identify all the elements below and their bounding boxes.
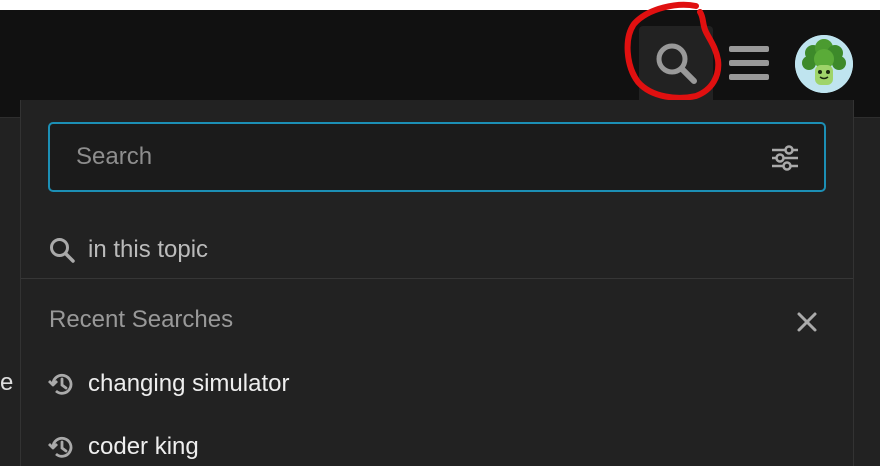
background-partial-text: e: [0, 369, 14, 396]
search-input[interactable]: [50, 124, 750, 190]
close-icon: [797, 312, 817, 332]
sliders-icon: [772, 145, 798, 171]
search-filter-button[interactable]: [770, 144, 800, 172]
panel-divider: [21, 278, 853, 279]
search-in-topic-option[interactable]: in this topic: [21, 224, 853, 276]
search-icon: [656, 43, 697, 84]
history-icon: [48, 373, 73, 395]
menu-button[interactable]: [722, 38, 776, 88]
hamburger-icon: [729, 46, 769, 80]
history-icon: [48, 436, 73, 458]
screen: e Search in this topic Recent Searches c…: [0, 0, 880, 466]
broccoli-avatar-icon: [795, 35, 853, 93]
search-input-container: [48, 122, 826, 192]
search-dropdown-panel: in this topic Recent Searches changing s…: [20, 100, 854, 466]
recent-searches-title: Recent Searches: [49, 306, 234, 333]
recent-search-label: changing simulator: [88, 370, 290, 397]
recent-search-label: coder king: [88, 433, 199, 460]
recent-search-item[interactable]: changing simulator: [21, 358, 853, 410]
search-icon: [50, 238, 75, 263]
user-avatar[interactable]: [795, 35, 853, 93]
clear-recent-searches-button[interactable]: [795, 310, 819, 334]
search-toggle-button[interactable]: [639, 26, 713, 100]
recent-search-item[interactable]: coder king: [21, 421, 853, 466]
in-topic-label: in this topic: [88, 236, 209, 263]
